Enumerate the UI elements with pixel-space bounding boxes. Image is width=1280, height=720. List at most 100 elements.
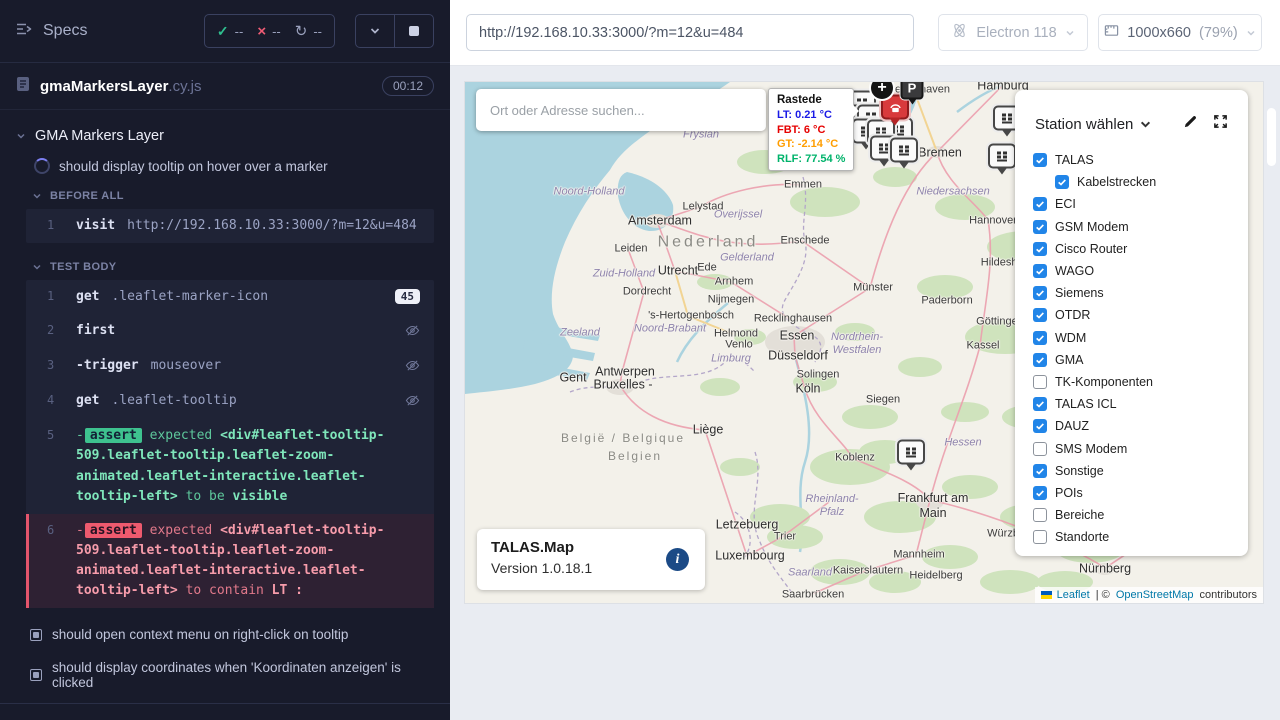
command-row[interactable]: 1visithttp://192.168.10.33:3000/?m=12&u=… — [26, 209, 434, 243]
panel-title[interactable]: Station wählen — [1035, 116, 1133, 133]
station-marker[interactable] — [897, 440, 925, 465]
checkbox[interactable] — [1033, 220, 1047, 234]
checkbox[interactable] — [1033, 486, 1047, 500]
marker-tooltip[interactable]: Rastede LT: 0.21 °CFBT: 6 °CGT: -2.14 °C… — [768, 88, 854, 171]
browser-selector[interactable]: Electron 118 — [938, 14, 1088, 51]
url-input[interactable] — [466, 14, 914, 51]
electron-icon — [951, 22, 968, 43]
reporter-header: Specs ✓-- ×-- ↻-- — [0, 0, 450, 63]
chevron-down-icon[interactable] — [1140, 119, 1151, 130]
station-marker[interactable] — [988, 144, 1016, 169]
layer-checkbox-row[interactable]: TALAS — [1033, 149, 1248, 171]
fullscreen-expand-icon[interactable] — [1213, 114, 1228, 134]
viewport-selector[interactable]: 1000x660 (79%) — [1098, 14, 1262, 51]
aut-topbar: Electron 118 1000x660 (79%) — [450, 0, 1280, 66]
layer-label: TK-Komponenten — [1055, 375, 1153, 389]
checkbox[interactable] — [1033, 353, 1047, 367]
station-marker[interactable] — [890, 138, 918, 163]
pending-tests: should open context menu on right-click … — [0, 618, 450, 699]
collapse-button[interactable] — [356, 15, 394, 47]
layer-label: Siemens — [1055, 286, 1104, 300]
pending-test-row[interactable]: should display coordinates when 'Koordin… — [0, 651, 450, 699]
checkbox[interactable] — [1033, 286, 1047, 300]
command-row[interactable]: 1get.leaflet-marker-icon45 — [26, 280, 434, 314]
layer-checkbox-row[interactable]: GSM Modem — [1033, 216, 1248, 238]
hooks-container: BEFORE ALL1visithttp://192.168.10.33:300… — [0, 182, 450, 608]
stat-failed: ×-- — [257, 23, 280, 40]
edit-pencil-icon[interactable] — [1183, 114, 1198, 134]
layer-checkbox-row[interactable]: ECI — [1033, 193, 1248, 215]
layer-checkbox-row[interactable]: WAGO — [1033, 260, 1248, 282]
leaflet-link[interactable]: Leaflet — [1057, 589, 1090, 601]
pending-test-row[interactable]: should open context menu on right-click … — [0, 618, 450, 651]
leaflet-map[interactable]: HamburgBremerhavenBremenNiedersachsenHan… — [465, 82, 1263, 603]
checkbox[interactable] — [1033, 419, 1047, 433]
specs-title[interactable]: Specs — [43, 22, 87, 40]
command-row[interactable]: 2first — [26, 314, 434, 349]
checkbox[interactable] — [1033, 264, 1047, 278]
tooltip-value: RLF: 77.54 % — [777, 152, 845, 167]
layer-label: WDM — [1055, 331, 1086, 345]
assert-command-row[interactable]: 5-assert expected <div#leaflet-tooltip-5… — [26, 419, 434, 514]
checkbox[interactable] — [1033, 464, 1047, 478]
hook-header[interactable]: BEFORE ALL — [0, 182, 450, 207]
checkbox[interactable] — [1033, 375, 1047, 389]
layer-checkbox-row[interactable]: SMS Modem — [1033, 437, 1248, 459]
browser-name: Electron 118 — [976, 25, 1056, 41]
checkbox[interactable] — [1055, 175, 1069, 189]
layer-label: GSM Modem — [1055, 220, 1129, 234]
layer-checkbox-row[interactable]: Sonstige — [1033, 460, 1248, 482]
active-test-row[interactable]: should display tooltip on hover over a m… — [0, 152, 450, 182]
info-icon[interactable]: i — [666, 548, 689, 571]
spec-file-row[interactable]: gmaMarkersLayer.cy.js 00:12 — [0, 63, 450, 110]
command-row[interactable]: 4get.leaflet-tooltip — [26, 384, 434, 419]
tooltip-title: Rastede — [777, 93, 845, 108]
layer-checkbox-row[interactable]: Bereiche — [1033, 504, 1248, 526]
checkbox[interactable] — [1033, 530, 1047, 544]
scrollbar-thumb[interactable] — [1267, 108, 1276, 166]
layer-checkbox-row[interactable]: WDM — [1033, 327, 1248, 349]
checkbox[interactable] — [1033, 308, 1047, 322]
layer-checkbox-row[interactable]: TK-Komponenten — [1033, 371, 1248, 393]
layer-checkbox-row[interactable]: Cisco Router — [1033, 238, 1248, 260]
test-title: should display tooltip on hover over a m… — [59, 159, 328, 174]
aut-panel: Electron 118 1000x660 (79%) — [450, 0, 1280, 720]
command-row[interactable]: 3-triggermouseover — [26, 349, 434, 384]
osm-link[interactable]: OpenStreetMap — [1116, 589, 1194, 601]
checkbox[interactable] — [1033, 508, 1047, 522]
layer-checkbox-row[interactable]: POIs — [1033, 482, 1248, 504]
map-search-input[interactable] — [476, 89, 766, 131]
running-icon: ↻ — [295, 22, 308, 40]
spec-duration-badge: 00:12 — [382, 76, 434, 96]
ukraine-flag-icon — [1041, 591, 1052, 599]
map-attribution: Leaflet | © OpenStreetMap contributors — [1035, 587, 1263, 603]
layer-checkbox-row[interactable]: TALAS ICL — [1033, 393, 1248, 415]
layer-checkbox-row[interactable]: GMA — [1033, 349, 1248, 371]
parking-marker[interactable]: P — [901, 82, 924, 100]
layer-checkbox-row[interactable]: Kabelstrecken — [1055, 171, 1248, 193]
chevron-down-icon — [1246, 28, 1256, 38]
checkbox[interactable] — [1033, 442, 1047, 456]
station-layers-panel: Station wählen TALAS KabelstreckenECI GSM … — [1015, 90, 1248, 556]
layer-checkbox-row[interactable]: DAUZ — [1033, 415, 1248, 437]
checkbox[interactable] — [1033, 197, 1047, 211]
assert-command-row[interactable]: 6-assert expected <div#leaflet-tooltip-5… — [26, 514, 434, 609]
suite-row[interactable]: GMA Markers Layer — [0, 120, 450, 152]
layer-label: SMS Modem — [1055, 442, 1127, 456]
layer-checkbox-row[interactable]: Standorte — [1033, 526, 1248, 548]
hidden-eye-icon — [405, 323, 420, 342]
spec-name: gmaMarkersLayer.cy.js — [40, 78, 201, 95]
test-running-spinner-icon — [34, 158, 50, 174]
layer-checkbox-row[interactable]: OTDR — [1033, 304, 1248, 326]
cypress-reporter-sidebar: Specs ✓-- ×-- ↻-- gmaMarkersLayer.cy.js … — [0, 0, 450, 720]
checkbox[interactable] — [1033, 331, 1047, 345]
layer-checkbox-row[interactable]: Siemens — [1033, 282, 1248, 304]
checkbox[interactable] — [1033, 242, 1047, 256]
checkbox[interactable] — [1033, 153, 1047, 167]
layer-label: TALAS — [1055, 153, 1094, 167]
stop-button[interactable] — [394, 15, 433, 47]
specs-list-icon[interactable] — [16, 22, 33, 41]
hook-header[interactable]: TEST BODY — [0, 253, 450, 278]
pending-test-icon — [30, 629, 42, 641]
checkbox[interactable] — [1033, 397, 1047, 411]
